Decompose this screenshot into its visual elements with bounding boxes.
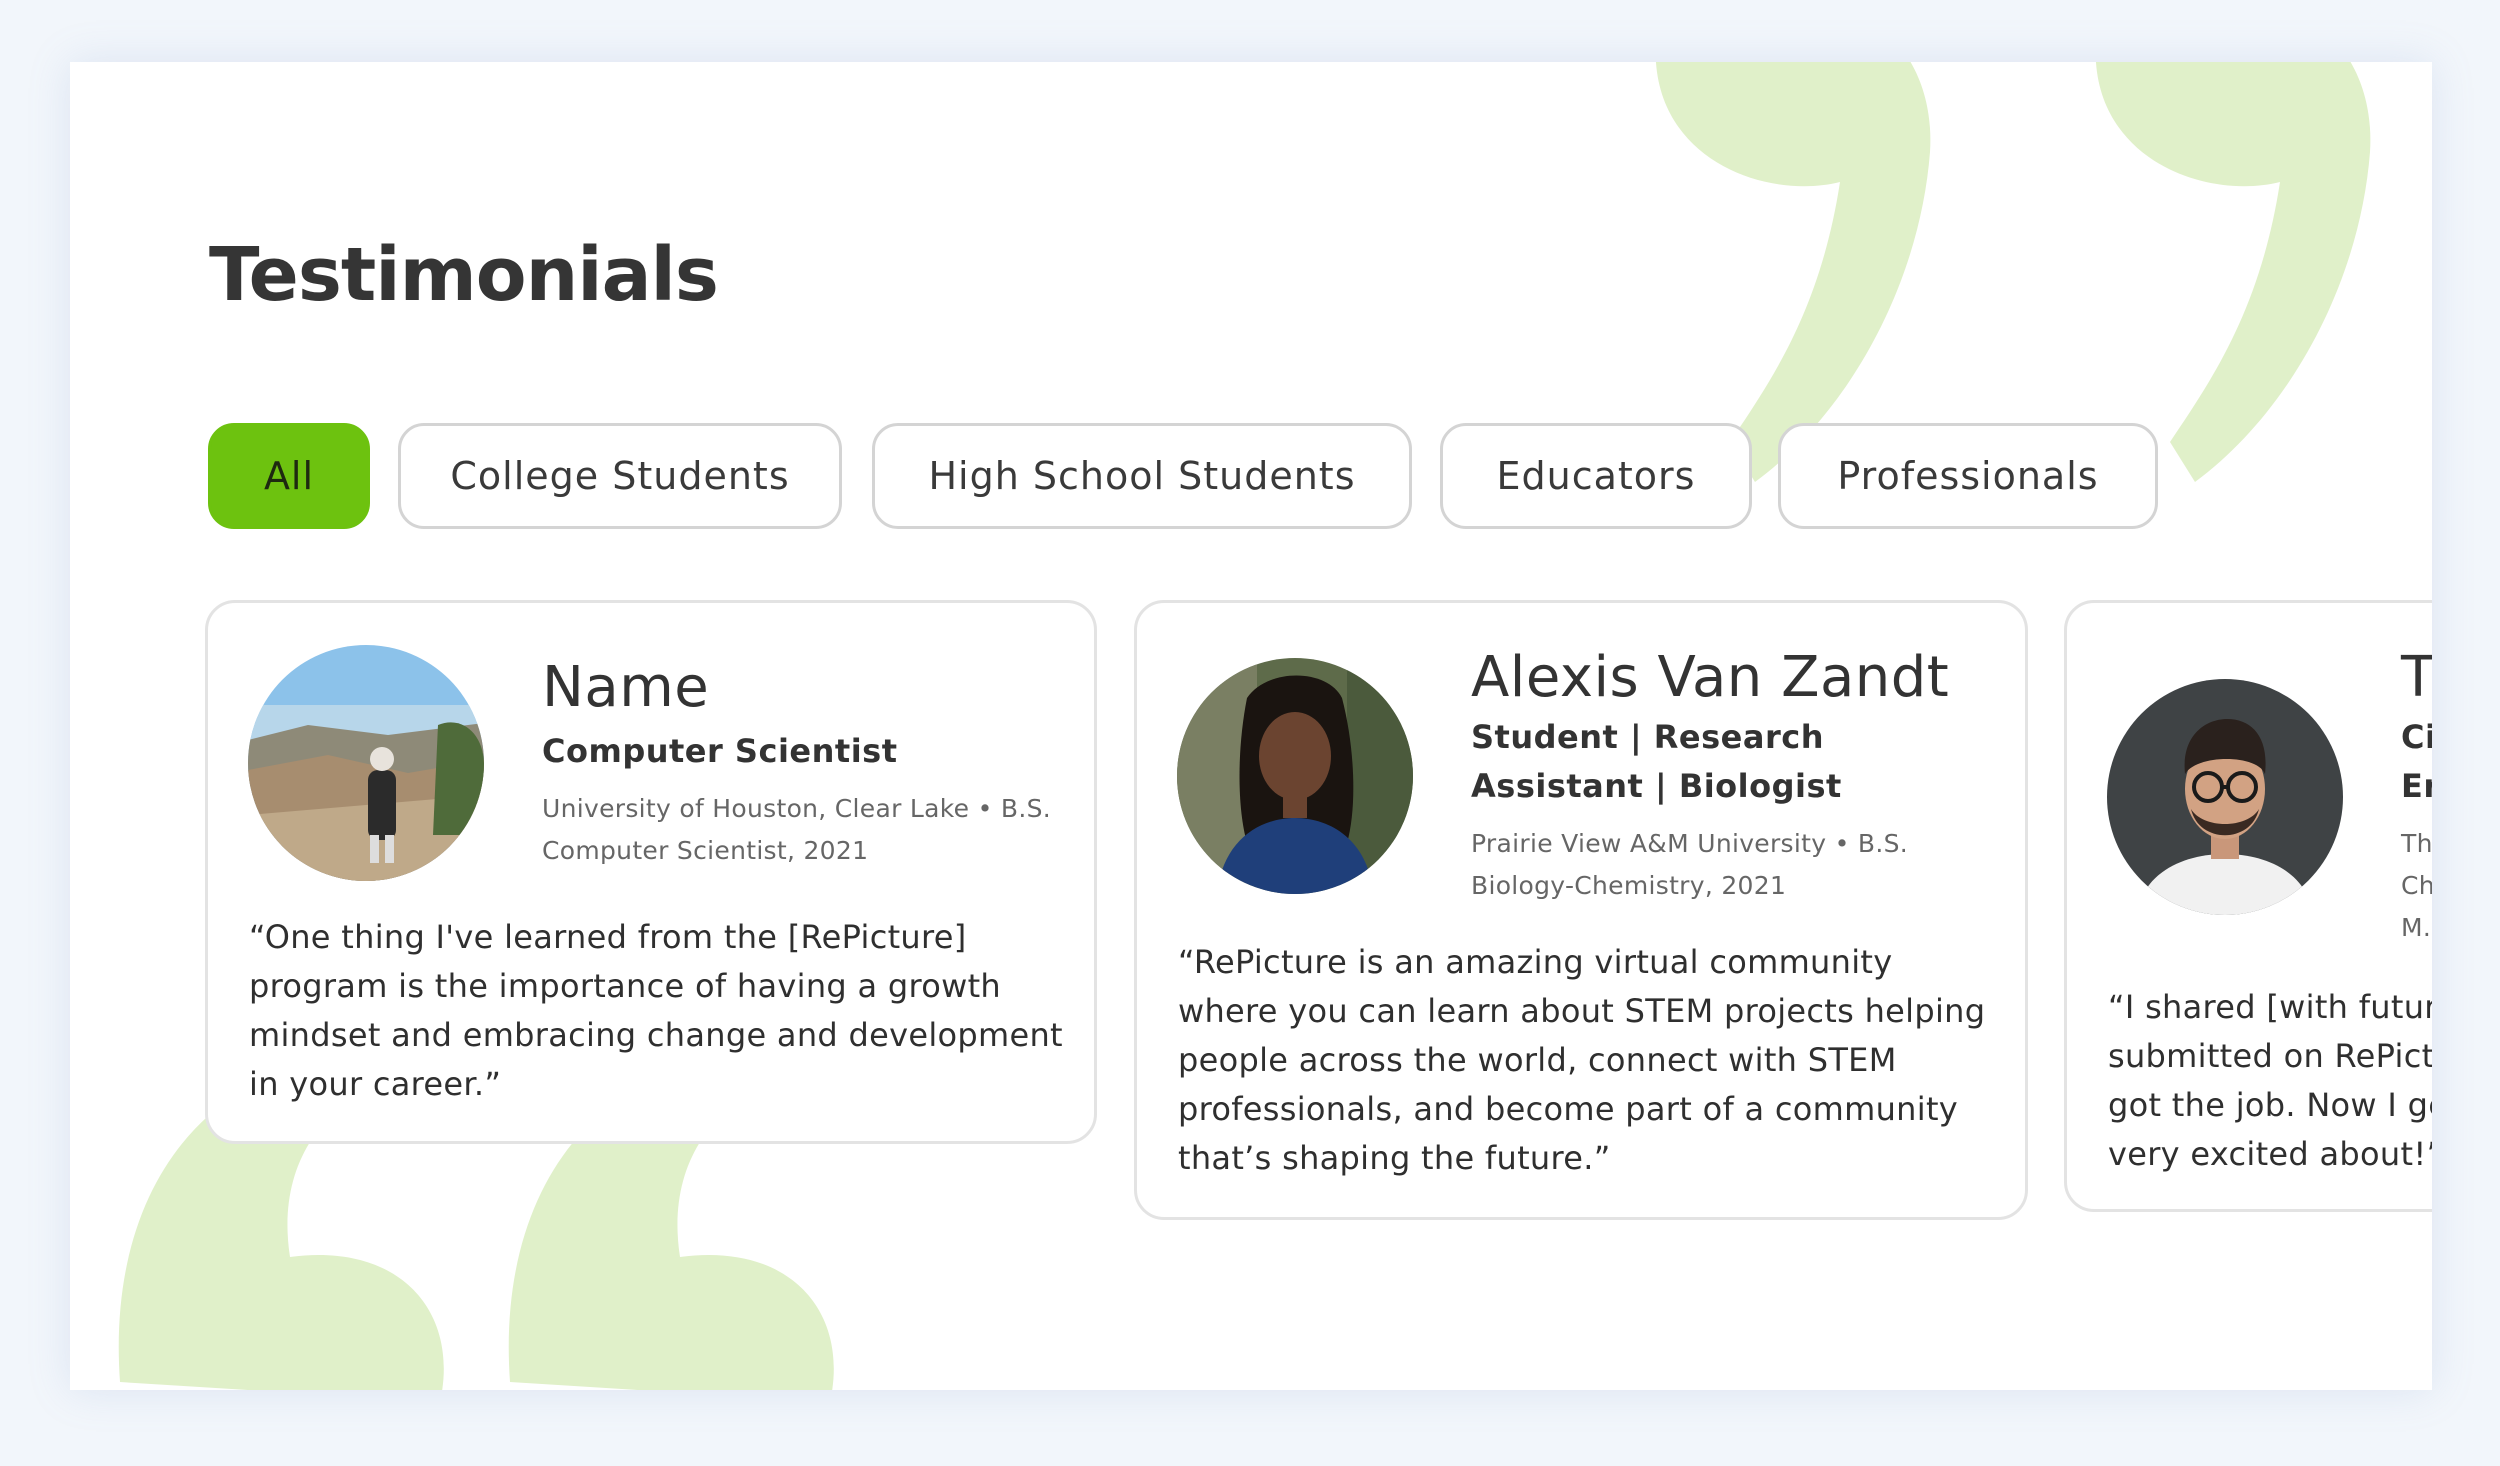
testimonial-name: Alexis Van Zandt: [1471, 645, 1950, 710]
person-photo: [1177, 658, 1413, 894]
testimonial-role: Computer Scientist: [542, 732, 898, 770]
tab-professionals[interactable]: Professionals: [1778, 423, 2158, 529]
testimonial-card[interactable]: Name Computer Scientist University of Ho…: [205, 600, 1097, 1144]
testimonial-card[interactable]: T Ci Er The Ch M.S “I shared [with futur…: [2064, 600, 2432, 1212]
testimonial-education: Prairie View A&M University • B.S. Biolo…: [1471, 829, 1908, 900]
tab-educators[interactable]: Educators: [1440, 423, 1752, 529]
testimonial-quote: “RePicture is an amazing virtual communi…: [1178, 943, 1986, 1177]
testimonial-name: T: [2401, 645, 2432, 710]
tab-high-school-students[interactable]: High School Students: [872, 423, 1412, 529]
testimonial-card[interactable]: Alexis Van Zandt Student | Research Assi…: [1134, 600, 2028, 1220]
testimonial-role: Student | Research Assistant | Biologist: [1471, 718, 1842, 805]
testimonial-education: University of Houston, Clear Lake • B.S.…: [542, 794, 1051, 865]
tab-all[interactable]: All: [208, 423, 370, 529]
page-title: Testimonials: [209, 232, 719, 318]
testimonial-quote: “I shared [with future submitted on RePi…: [2108, 988, 2432, 1173]
testimonials-section: Testimonials All College Students High S…: [70, 62, 2432, 1390]
testimonial-education: The Ch M.S: [2401, 829, 2432, 942]
testimonial-name: Name: [542, 655, 710, 720]
person-photo: [2107, 679, 2343, 915]
testimonial-role: Ci Er: [2401, 718, 2432, 805]
tab-college-students[interactable]: College Students: [398, 423, 842, 529]
person-photo: [248, 645, 484, 881]
testimonial-quote: “One thing I've learned from the [RePict…: [249, 918, 1063, 1103]
